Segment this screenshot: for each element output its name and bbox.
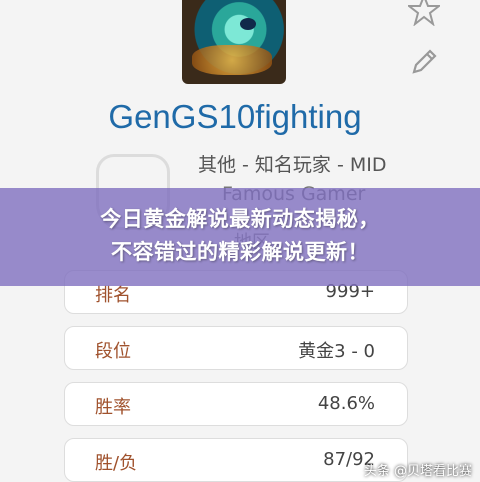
banner-line-1: 今日黄金解说最新动态揭秘， xyxy=(100,207,380,231)
player-role: 其他 - 知名玩家 - MID xyxy=(198,154,387,176)
player-name: GenGS10fighting xyxy=(108,98,362,135)
banner-line-2: 不容错过的精彩解说更新！ xyxy=(111,240,369,264)
avatar xyxy=(182,0,286,84)
pencil-icon[interactable] xyxy=(408,46,440,78)
watermark-credit: 头条 @贝塔看比赛 xyxy=(363,464,472,479)
stat-card-tier: 段位 黄金3 - 0 xyxy=(64,326,408,370)
stat-card-winloss: 胜/负 87/92 xyxy=(64,438,408,482)
avatar-decoration xyxy=(192,45,272,75)
stat-value: 48.6% xyxy=(317,393,375,414)
stat-value: 黄金3 - 0 xyxy=(298,341,375,362)
stat-label: 胜率 xyxy=(95,397,131,418)
star-icon[interactable] xyxy=(408,0,440,26)
stat-card-winrate: 胜率 48.6% xyxy=(64,382,408,426)
avatar-eye xyxy=(240,18,256,30)
stat-label: 胜/负 xyxy=(95,453,138,474)
stat-label: 段位 xyxy=(95,341,131,362)
